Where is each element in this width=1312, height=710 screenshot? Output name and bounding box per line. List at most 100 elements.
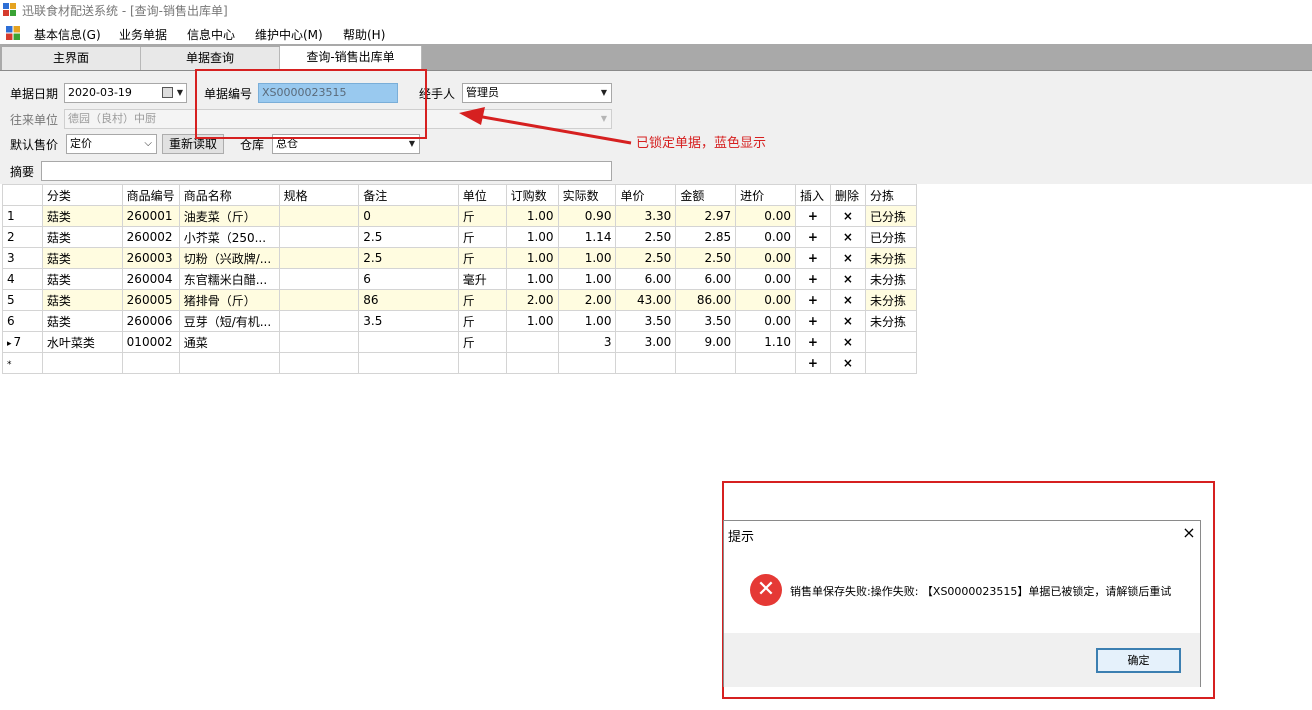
delete-row-icon[interactable]: × <box>829 289 866 311</box>
table-cell[interactable]: 斤 <box>457 289 507 311</box>
table-cell[interactable]: 1.10 <box>735 331 796 353</box>
table-cell[interactable]: 43.00 <box>615 289 677 311</box>
table-cell[interactable] <box>457 352 507 374</box>
table-cell[interactable]: 260005 <box>121 289 180 311</box>
table-cell[interactable]: 0.90 <box>557 205 617 227</box>
table-cell[interactable]: 6 <box>358 268 459 290</box>
table-cell[interactable] <box>557 352 617 374</box>
column-header[interactable]: 订购数 <box>505 184 559 206</box>
tab-doc-query[interactable]: 单据查询 <box>141 47 280 70</box>
table-cell[interactable]: 油麦菜（斤） <box>178 205 280 227</box>
table-cell[interactable] <box>278 289 360 311</box>
tab-sales-outbound[interactable]: 查询-销售出库单 <box>280 46 422 70</box>
table-cell[interactable]: 豆芽（短/有机... <box>178 310 280 332</box>
table-cell[interactable]: 0.00 <box>735 226 796 248</box>
table-cell[interactable]: 86 <box>358 289 459 311</box>
table-cell[interactable]: 2.00 <box>505 289 559 311</box>
insert-row-icon[interactable]: + <box>794 310 831 332</box>
table-cell[interactable]: 2.50 <box>615 226 677 248</box>
table-cell[interactable]: 260001 <box>121 205 180 227</box>
table-cell[interactable] <box>505 352 559 374</box>
ok-button[interactable]: 确定 <box>1096 648 1181 673</box>
column-header[interactable]: 单位 <box>457 184 507 206</box>
table-cell[interactable]: 3 <box>557 331 617 353</box>
menu-maintenance[interactable]: 维护中心(M) <box>255 26 323 43</box>
column-header[interactable]: 分类 <box>41 184 123 206</box>
table-cell[interactable]: 斤 <box>457 331 507 353</box>
row-header[interactable]: * <box>2 352 43 374</box>
table-cell[interactable]: 2.5 <box>358 226 459 248</box>
table-cell[interactable]: 3.30 <box>615 205 677 227</box>
table-row[interactable]: 3 菇类 260003 切粉（兴政牌/... 2.5 斤 1.00 1.00 2.50 2.50 0… <box>2 247 918 269</box>
table-cell[interactable]: 0.00 <box>735 205 796 227</box>
table-cell[interactable]: 260006 <box>121 310 180 332</box>
table-cell[interactable]: 小芥菜（250... <box>178 226 280 248</box>
date-picker[interactable]: 2020-03-19 ▼ <box>64 83 187 103</box>
table-cell[interactable]: 260002 <box>121 226 180 248</box>
table-cell[interactable] <box>278 310 360 332</box>
table-cell[interactable]: 2.00 <box>557 289 617 311</box>
table-row[interactable]: * + × <box>2 352 918 374</box>
row-header[interactable]: ▸ 7 <box>2 331 43 353</box>
table-cell[interactable]: 斤 <box>457 226 507 248</box>
table-cell[interactable]: 2.5 <box>358 247 459 269</box>
menu-help[interactable]: 帮助(H) <box>343 26 385 43</box>
table-cell[interactable]: 猪排骨（斤） <box>178 289 280 311</box>
table-cell[interactable]: 斤 <box>457 247 507 269</box>
table-cell[interactable]: 260004 <box>121 268 180 290</box>
table-cell[interactable]: 3.50 <box>675 310 737 332</box>
column-header[interactable]: 金额 <box>675 184 737 206</box>
column-header[interactable]: 单价 <box>615 184 677 206</box>
table-cell[interactable]: 1.00 <box>505 310 559 332</box>
table-cell[interactable] <box>121 352 180 374</box>
table-cell[interactable] <box>278 331 360 353</box>
table-cell[interactable] <box>864 331 918 353</box>
table-cell[interactable]: 未分拣 <box>864 247 918 269</box>
table-cell[interactable]: 2.50 <box>615 247 677 269</box>
handler-select[interactable]: 管理员 ▼ <box>462 83 612 103</box>
delete-row-icon[interactable]: × <box>829 226 866 248</box>
table-cell[interactable]: 2.97 <box>675 205 737 227</box>
table-cell[interactable]: 1.00 <box>505 268 559 290</box>
table-row[interactable]: ▸ 7 水叶菜类 010002 通菜斤 3 3.00 9.00 1.10 + × <box>2 331 918 353</box>
insert-row-icon[interactable]: + <box>794 226 831 248</box>
table-cell[interactable]: 3.00 <box>615 331 677 353</box>
table-row[interactable]: 4 菇类 260004 东官糯米白醋... 6 毫升 1.00 1.00 6.00 6.00 0.0… <box>2 268 918 290</box>
column-header[interactable]: 实际数 <box>557 184 617 206</box>
table-cell[interactable]: 1.00 <box>557 268 617 290</box>
table-cell[interactable]: 未分拣 <box>864 310 918 332</box>
table-cell[interactable]: 1.00 <box>557 247 617 269</box>
insert-row-icon[interactable]: + <box>794 352 831 374</box>
delete-row-icon[interactable]: × <box>829 205 866 227</box>
table-cell[interactable]: 毫升 <box>457 268 507 290</box>
table-cell[interactable]: 2.50 <box>675 247 737 269</box>
table-cell[interactable] <box>358 331 459 353</box>
row-header[interactable]: 3 <box>2 247 43 269</box>
table-cell[interactable]: 9.00 <box>675 331 737 353</box>
table-cell[interactable] <box>358 352 459 374</box>
delete-row-icon[interactable]: × <box>829 331 866 353</box>
summary-input[interactable] <box>41 161 612 181</box>
insert-row-icon[interactable]: + <box>794 331 831 353</box>
table-cell[interactable] <box>278 226 360 248</box>
table-cell[interactable]: 菇类 <box>41 310 123 332</box>
column-header[interactable]: 分拣 <box>864 184 918 206</box>
table-cell[interactable]: 斤 <box>457 205 507 227</box>
close-icon[interactable]: × <box>1180 523 1198 542</box>
table-cell[interactable]: 260003 <box>121 247 180 269</box>
insert-row-icon[interactable]: + <box>794 205 831 227</box>
row-header[interactable]: 2 <box>2 226 43 248</box>
delete-row-icon[interactable]: × <box>829 310 866 332</box>
insert-row-icon[interactable]: + <box>794 268 831 290</box>
column-header[interactable]: 备注 <box>358 184 459 206</box>
table-cell[interactable]: 菇类 <box>41 268 123 290</box>
table-cell[interactable]: 1.00 <box>557 310 617 332</box>
menu-business-docs[interactable]: 业务单据 <box>119 26 167 43</box>
column-header[interactable]: 插入 <box>794 184 831 206</box>
table-cell[interactable]: 3.50 <box>615 310 677 332</box>
insert-row-icon[interactable]: + <box>794 247 831 269</box>
table-cell[interactable]: 1.14 <box>557 226 617 248</box>
column-header[interactable]: 商品名称 <box>178 184 280 206</box>
menu-basic-info[interactable]: 基本信息(G) <box>34 26 101 43</box>
table-cell[interactable]: 2.85 <box>675 226 737 248</box>
